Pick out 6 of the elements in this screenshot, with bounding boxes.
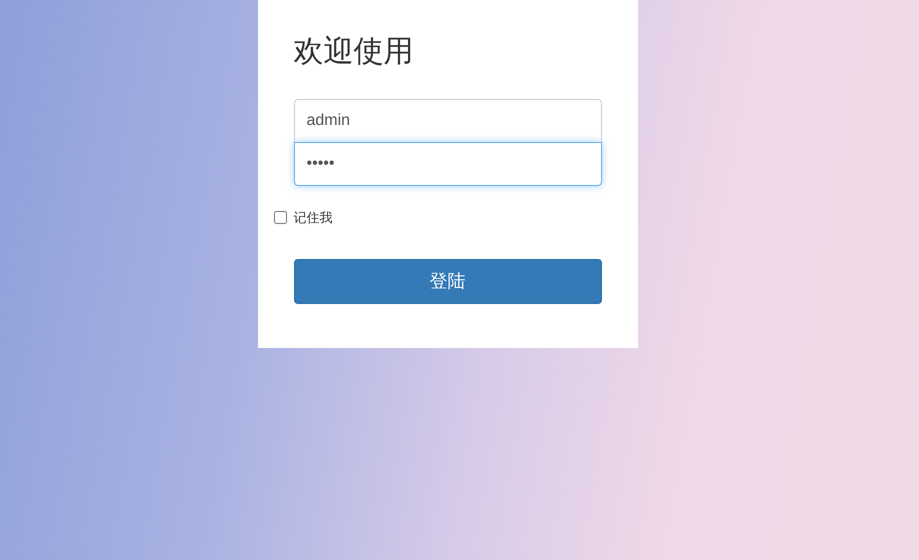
username-input[interactable]: admin xyxy=(294,99,602,143)
remember-label: 记住我 xyxy=(294,209,332,227)
login-title: 欢迎使用 xyxy=(294,34,414,70)
password-input[interactable]: ••••• xyxy=(294,142,602,186)
login-button[interactable]: 登陆 xyxy=(294,258,602,304)
remember-checkbox[interactable] xyxy=(274,211,286,224)
